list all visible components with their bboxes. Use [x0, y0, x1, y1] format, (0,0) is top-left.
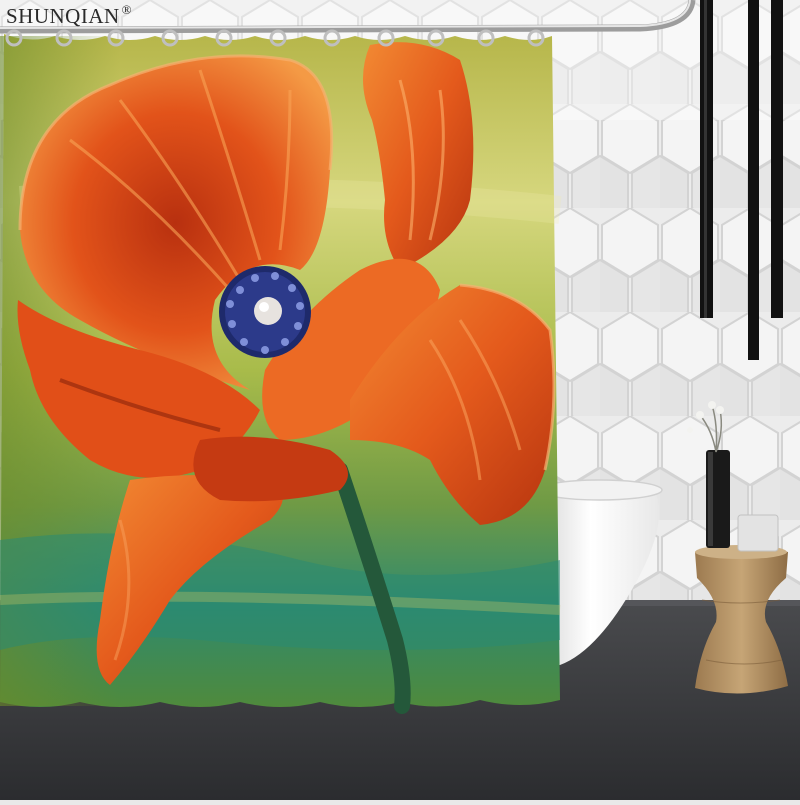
white-cup: [737, 514, 779, 552]
brand-name: SHUNQIAN: [6, 4, 120, 28]
product-photo: SHUNQIAN ®: [0, 0, 800, 800]
brand-watermark: SHUNQIAN ®: [6, 2, 132, 29]
bathroom-scene: [0, 0, 800, 800]
shower-curtain: [0, 34, 562, 714]
registered-mark: ®: [121, 2, 133, 17]
